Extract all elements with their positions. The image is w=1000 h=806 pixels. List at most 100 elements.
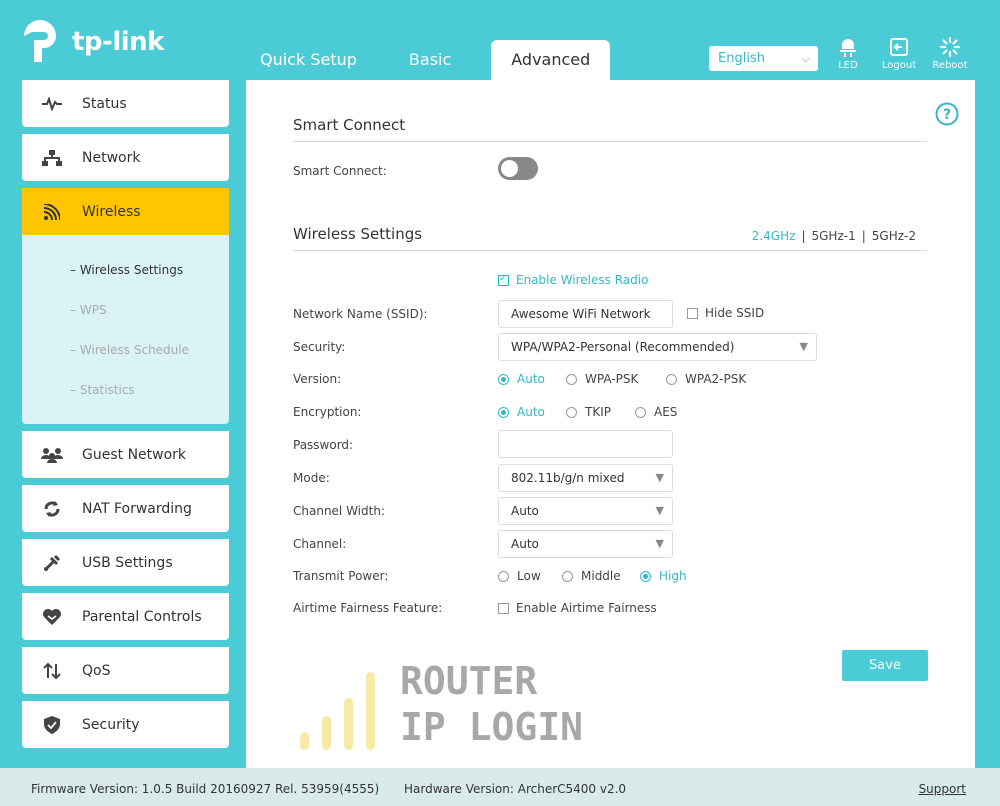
sidebar-item-usb-settings[interactable]: USB Settings [22, 539, 229, 586]
checkbox-box [498, 273, 509, 286]
encryption-radio-auto[interactable]: Auto [498, 405, 566, 419]
enable-wireless-radio-checkbox[interactable]: Enable Wireless Radio [498, 273, 648, 287]
sidebar-item-label: Security [82, 716, 140, 733]
reboot-button[interactable]: Reboot [928, 36, 972, 71]
checkbox-box [687, 307, 698, 319]
encryption-radio-aes[interactable]: AES [635, 405, 677, 419]
tab-quick-setup[interactable]: Quick Setup [240, 40, 377, 80]
transmit-radio-high[interactable]: High [640, 569, 687, 583]
transmit-radio-low[interactable]: Low [498, 569, 562, 583]
language-value: English [718, 51, 765, 66]
checkbox-box [498, 602, 509, 614]
tab-basic[interactable]: Basic [389, 40, 471, 80]
chevron-down-icon: ⌵ [801, 52, 810, 65]
radio-dot [635, 406, 646, 418]
sidebar-item-nat-forwarding[interactable]: NAT Forwarding [22, 485, 229, 532]
encryption-radio-group: Auto TKIP AES [498, 405, 677, 419]
version-radio-auto[interactable]: Auto [498, 372, 566, 386]
support-link[interactable]: Support [919, 768, 966, 806]
logout-button[interactable]: Logout [877, 36, 921, 71]
tab-band-2-4ghz[interactable]: 2.4GHz [752, 229, 796, 243]
tab-band-5ghz-2[interactable]: 5GHz-2 [872, 229, 916, 243]
tp-link-logo: tp-link [20, 18, 164, 66]
sidebar-item-wireless[interactable]: Wireless [22, 188, 229, 235]
sidebar-item-security[interactable]: Security [22, 701, 229, 748]
divider [293, 141, 927, 142]
airtime-fairness-label: Airtime Fairness Feature: [293, 601, 443, 615]
channel-width-select[interactable]: Auto ▼ [498, 497, 673, 525]
smart-connect-toggle[interactable] [498, 157, 538, 180]
version-radio-wpa2-psk[interactable]: WPA2-PSK [666, 372, 746, 386]
dropdown-arrow-icon: ▼ [655, 504, 664, 517]
heart-icon [43, 608, 61, 625]
refresh-arrows-icon [44, 500, 60, 517]
network-tree-icon [42, 149, 62, 166]
sidebar: Status Network Wireless – Wireless Setti… [22, 80, 229, 755]
watermark-line1: ROUTER [400, 659, 538, 703]
transmit-radio-middle[interactable]: Middle [562, 569, 640, 583]
submenu-item-wps[interactable]: – WPS [22, 290, 229, 330]
security-select[interactable]: WPA/WPA2-Personal (Recommended) ▼ [498, 333, 817, 361]
svg-text:?: ? [943, 107, 951, 123]
radio-label: Low [517, 569, 541, 583]
usb-icon [43, 554, 61, 571]
sidebar-item-guest-network[interactable]: Guest Network [22, 431, 229, 478]
top-nav-tabs: Quick Setup Basic Advanced [240, 40, 622, 80]
reboot-label: Reboot [932, 60, 968, 71]
band-tabs: 2.4GHz | 5GHz-1 | 5GHz-2 [751, 229, 916, 243]
radio-dot [666, 373, 677, 385]
watermark-text: ROUTER IP LOGIN [400, 658, 583, 750]
wireless-settings-title: Wireless Settings [293, 225, 423, 243]
encryption-radio-tkip[interactable]: TKIP [566, 405, 635, 419]
led-button[interactable]: LED [826, 36, 870, 71]
dropdown-arrow-icon: ▼ [655, 537, 664, 550]
reboot-spinner-icon [940, 37, 960, 57]
hardware-version: Hardware Version: ArcherC5400 v2.0 [404, 782, 627, 796]
channel-width-value: Auto [511, 504, 539, 518]
save-button[interactable]: Save [842, 650, 928, 681]
channel-select[interactable]: Auto ▼ [498, 530, 673, 558]
radio-label: Auto [517, 405, 545, 419]
hide-ssid-checkbox[interactable]: Hide SSID [687, 306, 764, 320]
sidebar-item-qos[interactable]: QoS [22, 647, 229, 694]
toggle-knob [501, 160, 518, 177]
submenu-item-wireless-schedule[interactable]: – Wireless Schedule [22, 330, 229, 370]
guests-icon [41, 447, 63, 463]
tab-advanced[interactable]: Advanced [491, 40, 611, 80]
password-label: Password: [293, 438, 354, 452]
logout-icon [890, 38, 908, 56]
sidebar-item-label: Guest Network [82, 446, 187, 463]
submenu-label: WPS [79, 303, 107, 317]
ssid-label: Network Name (SSID): [293, 307, 428, 321]
smart-connect-label: Smart Connect: [293, 164, 387, 178]
password-input[interactable] [498, 430, 673, 458]
radio-dot [498, 570, 509, 582]
tab-band-5ghz-1[interactable]: 5GHz-1 [811, 229, 855, 243]
ssid-input[interactable]: Awesome WiFi Network [498, 300, 673, 328]
security-label: Security: [293, 340, 346, 354]
transmit-power-radio-group: Low Middle High [498, 569, 687, 583]
radio-label: WPA2-PSK [685, 372, 747, 386]
help-button[interactable]: ? [935, 102, 959, 130]
submenu-item-statistics[interactable]: – Statistics [22, 370, 229, 410]
logout-label: Logout [881, 60, 917, 71]
sidebar-item-parental-controls[interactable]: Parental Controls [22, 593, 229, 640]
watermark-line2: IP LOGIN [400, 705, 584, 749]
submenu-label: Wireless Schedule [79, 343, 189, 357]
radio-label: Middle [581, 569, 621, 583]
question-mark-icon: ? [935, 102, 959, 126]
sidebar-item-label: Status [82, 95, 127, 112]
tp-link-mark-icon [24, 20, 56, 62]
mode-select[interactable]: 802.11b/g/n mixed ▼ [498, 464, 673, 492]
security-value: WPA/WPA2-Personal (Recommended) [511, 340, 735, 354]
sidebar-item-label: USB Settings [82, 554, 173, 571]
radio-label: AES [654, 405, 678, 419]
main-panel: ? Smart Connect Smart Connect: Wireless … [246, 80, 975, 768]
version-radio-wpa-psk[interactable]: WPA-PSK [566, 372, 666, 386]
radio-dot [498, 406, 509, 418]
submenu-item-wireless-settings[interactable]: – Wireless Settings [22, 250, 229, 290]
language-select[interactable]: English ⌵ [709, 46, 818, 71]
sidebar-item-status[interactable]: Status [22, 80, 229, 127]
airtime-fairness-checkbox[interactable]: Enable Airtime Fairness [498, 601, 657, 615]
sidebar-item-network[interactable]: Network [22, 134, 229, 181]
